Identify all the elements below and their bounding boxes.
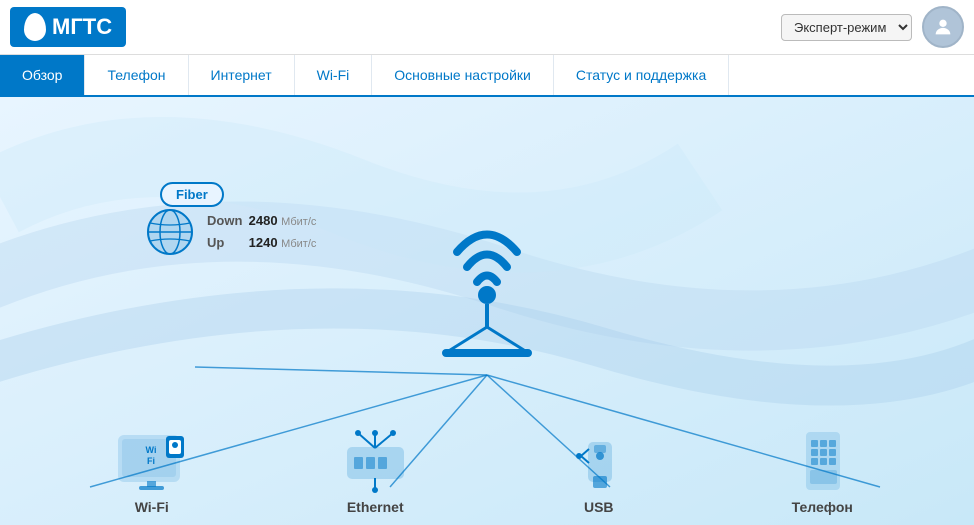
ethernet-label: Ethernet	[347, 499, 404, 515]
user-icon	[932, 16, 954, 38]
header-right: Эксперт-режим	[781, 6, 964, 48]
router-icon	[427, 197, 547, 357]
ethernet-device-icon	[338, 428, 413, 493]
nav-item-settings[interactable]: Основные настройки	[372, 55, 554, 95]
nav-item-support[interactable]: Статус и поддержка	[554, 55, 729, 95]
phone-device-icon	[785, 428, 860, 493]
down-value: 2480	[249, 213, 278, 228]
navigation: Обзор Телефон Интернет Wi-Fi Основные на…	[0, 55, 974, 97]
logo-egg-icon	[24, 13, 46, 41]
logo: МГТС	[10, 7, 126, 47]
nav-item-internet[interactable]: Интернет	[189, 55, 295, 95]
usb-label: USB	[584, 499, 614, 515]
ethernet-bottom-icon[interactable]: Ethernet	[338, 428, 413, 515]
user-button[interactable]	[922, 6, 964, 48]
svg-text:Wi: Wi	[146, 445, 157, 455]
globe-icon	[145, 207, 195, 257]
speed-info: Down 2480 Мбит/с Up 1240 Мбит/с	[207, 210, 316, 254]
bottom-icons-row: Wi Fi Wi-Fi	[0, 428, 974, 515]
nav-item-overview[interactable]: Обзор	[0, 55, 85, 95]
up-label: Up	[207, 232, 245, 254]
logo-text: МГТС	[52, 14, 112, 40]
main-content: Fiber Down 2480 Мбит/с Up 1240 Мбит/с	[0, 97, 974, 525]
connection-info: Down 2480 Мбит/с Up 1240 Мбит/с	[145, 207, 316, 257]
header: МГТС Эксперт-режим	[0, 0, 974, 55]
down-label: Down	[207, 210, 245, 232]
up-value: 1240	[249, 235, 278, 250]
fiber-badge: Fiber	[160, 182, 224, 207]
expert-mode-select[interactable]: Эксперт-режим	[781, 14, 912, 41]
down-unit: Мбит/с	[281, 216, 316, 228]
usb-device-icon	[561, 428, 636, 493]
phone-label: Телефон	[792, 499, 853, 515]
phone-bottom-icon[interactable]: Телефон	[785, 428, 860, 515]
wifi-bottom-icon[interactable]: Wi Fi Wi-Fi	[114, 428, 189, 515]
nav-item-wifi[interactable]: Wi-Fi	[295, 55, 373, 95]
up-unit: Мбит/с	[281, 238, 316, 250]
svg-text:Fi: Fi	[147, 456, 155, 466]
wifi-device-icon: Wi Fi	[114, 428, 189, 493]
wifi-label: Wi-Fi	[135, 499, 169, 515]
usb-bottom-icon[interactable]: USB	[561, 428, 636, 515]
nav-item-phone[interactable]: Телефон	[85, 55, 188, 95]
router-svg	[427, 197, 547, 357]
